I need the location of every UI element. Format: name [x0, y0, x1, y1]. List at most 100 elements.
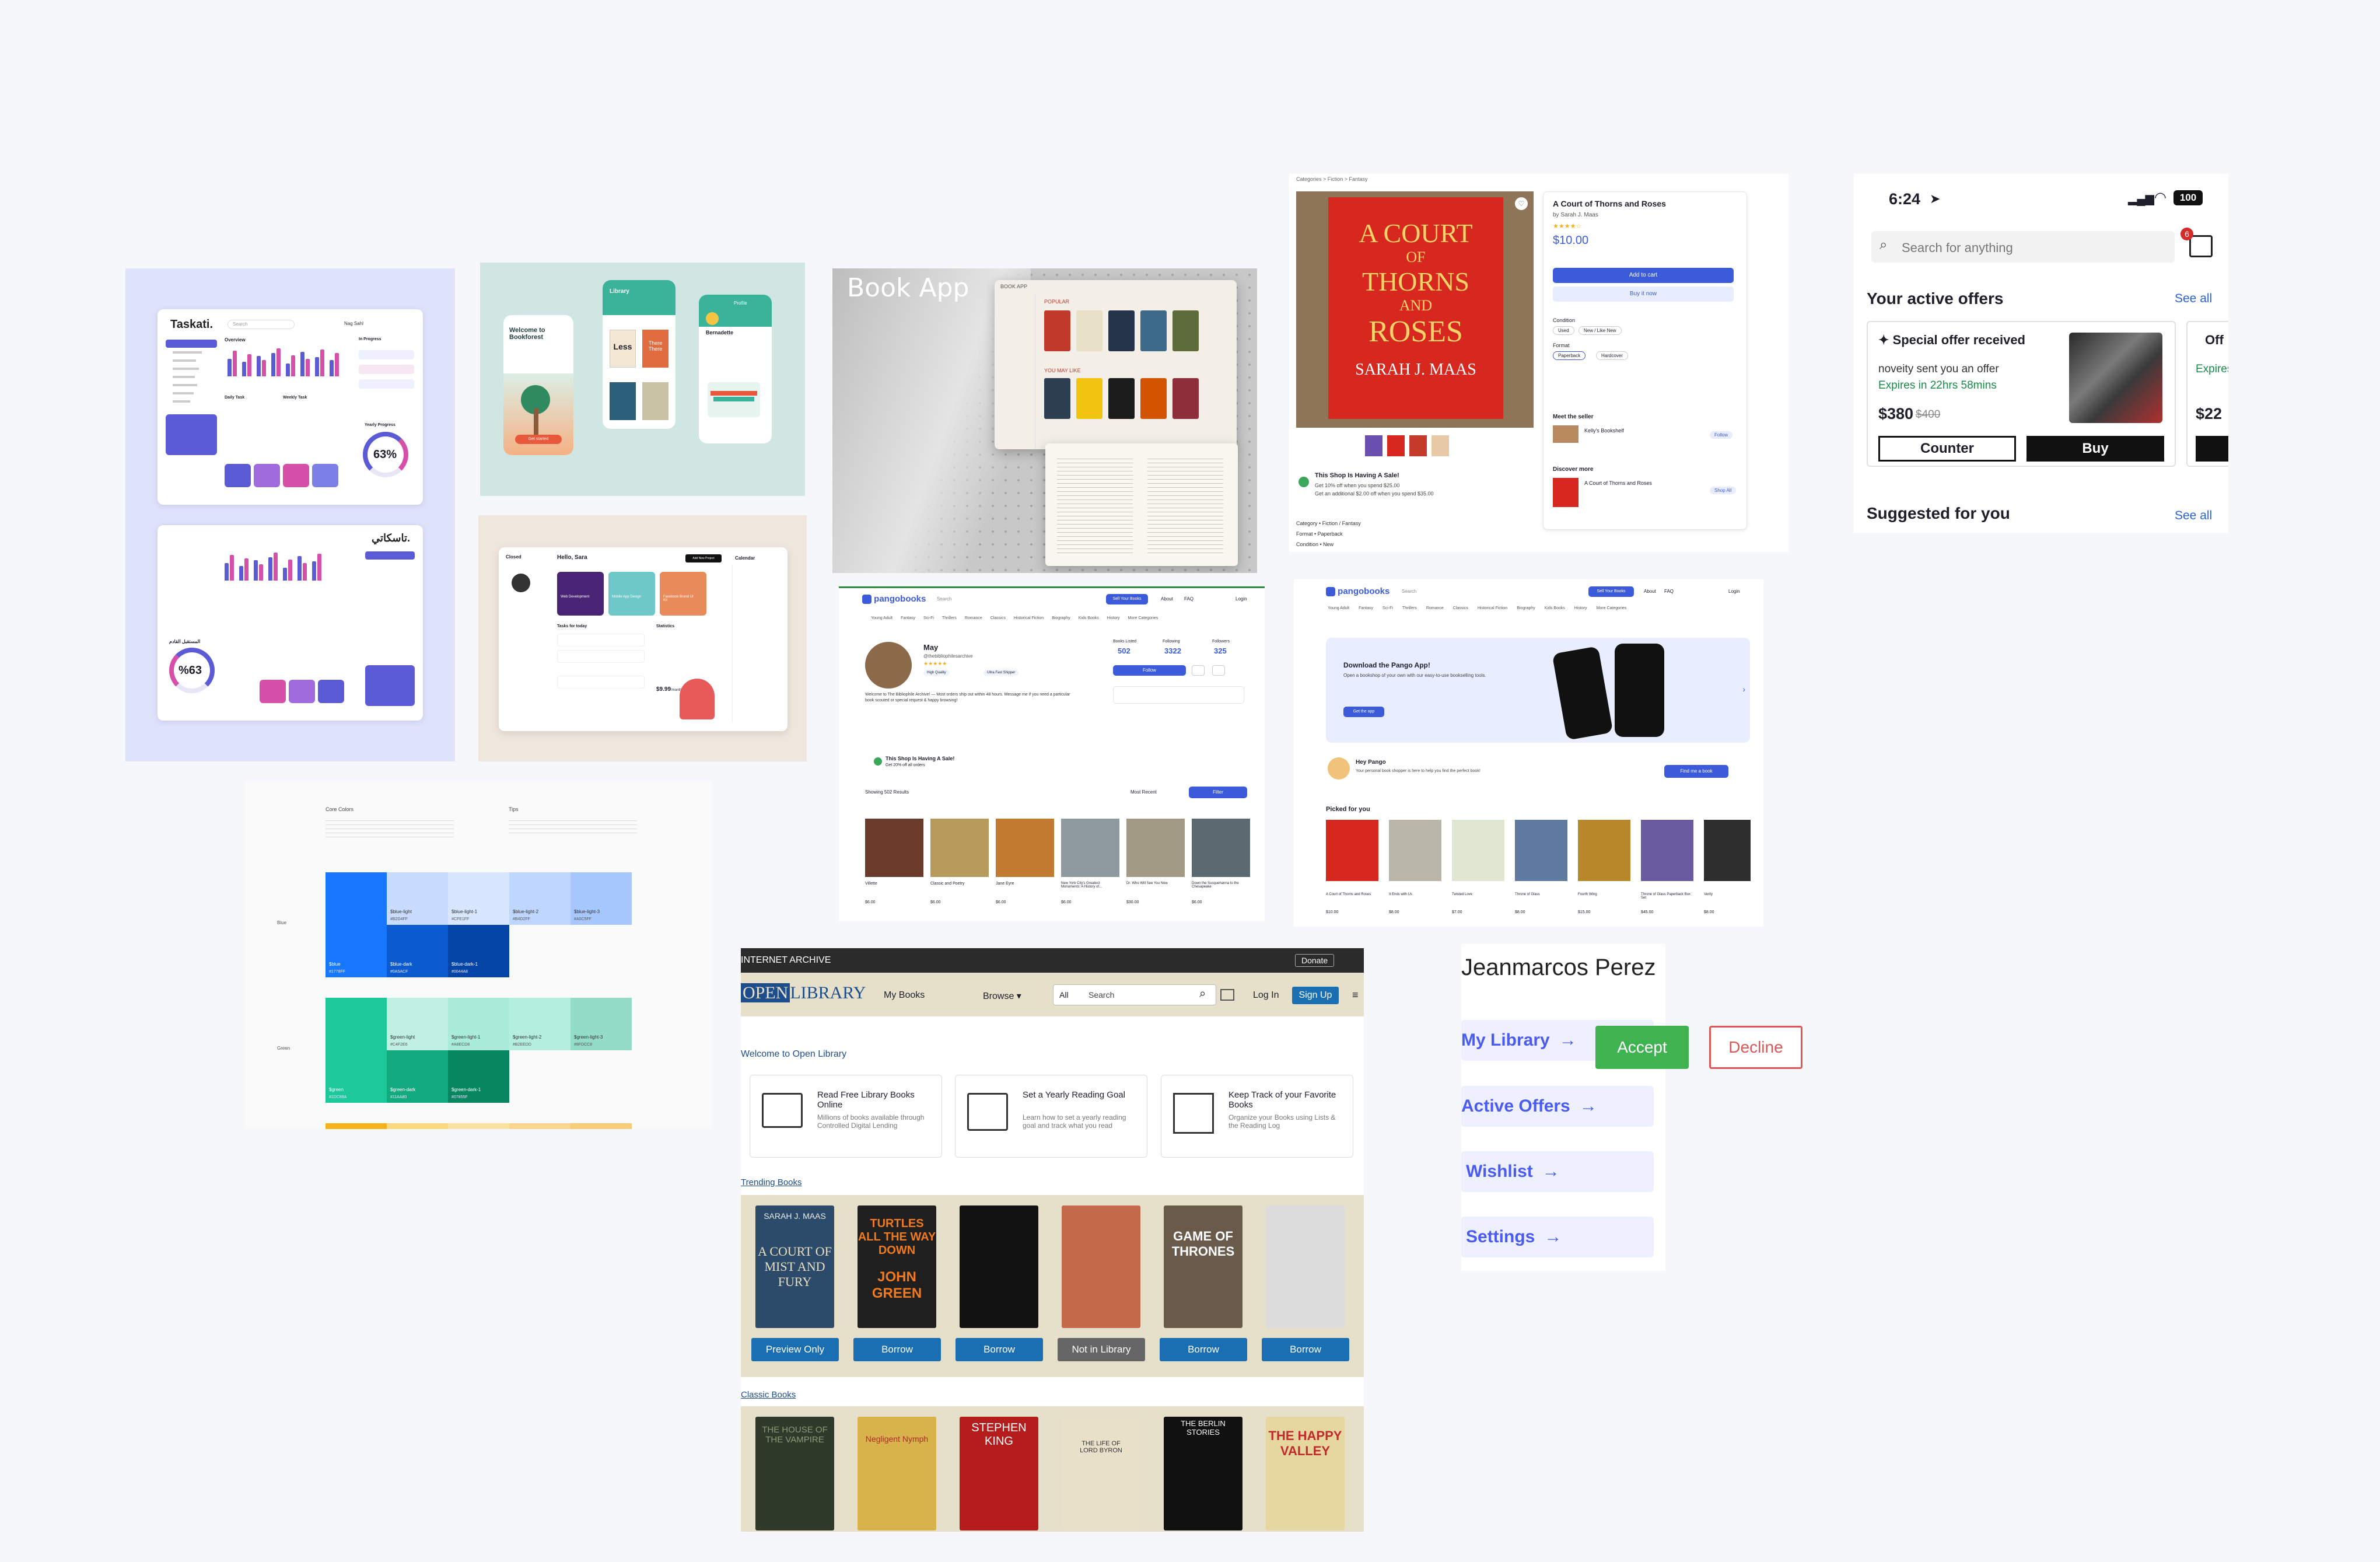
barcode-icon[interactable]: [1220, 989, 1234, 1001]
category-link[interactable]: History: [1107, 616, 1120, 620]
book-cover[interactable]: [1578, 820, 1630, 881]
category-link[interactable]: Historical Fiction: [1478, 606, 1507, 610]
book-cover[interactable]: [1062, 1205, 1140, 1328]
book-title[interactable]: A Court of Thorns and Roses: [1326, 893, 1378, 896]
preview-only-button[interactable]: Preview Only: [751, 1338, 839, 1361]
filter-button[interactable]: Filter: [1189, 787, 1247, 798]
seller-avatar[interactable]: [1553, 425, 1578, 443]
sidebar-item[interactable]: [173, 368, 199, 370]
sort-select[interactable]: Most Recent: [1130, 789, 1157, 795]
category-link[interactable]: More Categories: [1128, 616, 1158, 620]
book-cover[interactable]: THE BERLIN STORIES: [1164, 1417, 1242, 1530]
get-app-button[interactable]: Get the app: [1343, 707, 1384, 717]
category-link[interactable]: Thrillers: [942, 616, 957, 620]
search-box[interactable]: All Search ⌕: [1053, 984, 1216, 1005]
book-cover[interactable]: [642, 382, 668, 420]
search-icon[interactable]: ⌕: [1199, 987, 1206, 1001]
search-input[interactable]: Search: [228, 320, 295, 329]
message-icon[interactable]: [1192, 665, 1205, 676]
carousel-next-icon[interactable]: ›: [1742, 684, 1745, 694]
progress-item[interactable]: [359, 365, 414, 374]
sidebar-item[interactable]: [173, 392, 194, 394]
menu-icon[interactable]: ≡: [1352, 989, 1359, 1001]
menu-item-settings[interactable]: Settings →: [1461, 1217, 1654, 1257]
donate-button[interactable]: Donate: [1295, 954, 1335, 967]
nav-faq[interactable]: FAQ: [1664, 589, 1674, 594]
sidebar-item-active[interactable]: [166, 340, 217, 348]
book-cover[interactable]: [1108, 310, 1135, 351]
category-link[interactable]: More Categories: [1597, 606, 1627, 610]
book-title[interactable]: Down the Susquehanna to the Chesapeake: [1192, 882, 1250, 889]
seller-name[interactable]: Kelly's Bookshelf: [1584, 428, 1624, 434]
progress-item[interactable]: [359, 350, 414, 359]
category-link[interactable]: Classics: [991, 616, 1006, 620]
book-cover[interactable]: [1515, 820, 1567, 881]
browse-menu[interactable]: Browse ▾: [983, 990, 1021, 1002]
book-cover[interactable]: [1326, 820, 1378, 881]
offer-card-peek[interactable]: Off Expires $22: [2186, 321, 2228, 467]
thumbnail[interactable]: [1365, 435, 1382, 456]
nav-about[interactable]: About: [1161, 596, 1173, 602]
product-author[interactable]: by Sarah J. Maas: [1553, 212, 1598, 218]
borrow-button[interactable]: Borrow: [853, 1338, 941, 1361]
feature-card[interactable]: Keep Track of your Favorite Books Organi…: [1161, 1075, 1353, 1158]
accept-button[interactable]: Accept: [1595, 1026, 1689, 1069]
sidebar-item[interactable]: [173, 376, 195, 378]
book-title[interactable]: Villette: [865, 882, 923, 886]
book-cover[interactable]: [930, 819, 989, 877]
format-option[interactable]: Hardcover: [1596, 351, 1628, 360]
book-cover[interactable]: [960, 1205, 1038, 1328]
category-link[interactable]: Thrillers: [1402, 606, 1417, 610]
sell-books-button[interactable]: Sell Your Books: [1106, 594, 1148, 604]
book-title[interactable]: Verity: [1704, 893, 1751, 896]
book-cover[interactable]: THE HOUSE OF THE VAMPIRE: [755, 1417, 834, 1530]
feature-card[interactable]: Set a Yearly Reading Goal Learn how to s…: [955, 1075, 1147, 1158]
login-link[interactable]: Log In: [1253, 990, 1279, 1001]
category-link[interactable]: History: [1574, 606, 1587, 610]
book-cover-less[interactable]: Less: [610, 330, 636, 368]
category-link[interactable]: Fantasy: [901, 616, 915, 620]
book-title[interactable]: Throne of Glass Paperback Box Set: [1641, 893, 1693, 900]
upgrade-card[interactable]: [166, 414, 217, 455]
book-cover[interactable]: [1140, 378, 1167, 419]
task-card[interactable]: [225, 464, 251, 487]
book-title[interactable]: It Ends with Us: [1389, 893, 1441, 896]
category-link[interactable]: Fantasy: [1359, 606, 1373, 610]
category-link[interactable]: Kids Books: [1545, 606, 1565, 610]
menu-item-active-offers[interactable]: Active Offers →: [1461, 1086, 1654, 1127]
borrow-button[interactable]: Borrow: [1262, 1338, 1349, 1361]
search-input[interactable]: Search: [1402, 589, 1416, 594]
book-cover[interactable]: [1076, 310, 1102, 351]
sidebar-item[interactable]: [173, 400, 190, 403]
book-cover[interactable]: THE HAPPY VALLEY: [1266, 1417, 1345, 1530]
thumbnail[interactable]: [1409, 435, 1427, 456]
task-card[interactable]: [283, 464, 309, 487]
book-cover[interactable]: GAME OF THRONES: [1164, 1205, 1242, 1328]
book-cover[interactable]: TURTLES ALL THE WAY DOWN JOHN GREEN: [858, 1205, 936, 1328]
nav-login[interactable]: Login: [1236, 596, 1247, 602]
book-cover[interactable]: [1192, 819, 1250, 877]
book-title[interactable]: Twisted Love: [1452, 893, 1504, 896]
book-cover[interactable]: [1108, 378, 1135, 419]
nav-login[interactable]: Login: [1728, 589, 1740, 594]
category-link[interactable]: Sci-Fi: [923, 616, 934, 620]
see-all-link[interactable]: See all: [2175, 292, 2212, 306]
ar-task-card[interactable]: [289, 680, 315, 703]
category-link[interactable]: Sci-Fi: [1382, 606, 1393, 610]
book-cover[interactable]: [1076, 378, 1102, 419]
category-link[interactable]: Young Adult: [871, 616, 892, 620]
decline-button[interactable]: Decline: [1709, 1026, 1803, 1069]
signup-button[interactable]: Sign Up: [1292, 987, 1339, 1004]
get-started-button[interactable]: Get started: [515, 435, 562, 444]
bag-icon[interactable]: [2189, 235, 2213, 257]
category-link[interactable]: Romance: [965, 616, 982, 620]
search-input[interactable]: ⌕ Search for anything: [1871, 231, 2175, 263]
book-title[interactable]: Classic and Poetry: [930, 882, 989, 886]
category-link[interactable]: Kids Books: [1079, 616, 1099, 620]
sell-books-button[interactable]: Sell Your Books: [1588, 586, 1634, 597]
borrow-button[interactable]: Borrow: [1160, 1338, 1247, 1361]
thumbnail[interactable]: [1387, 435, 1405, 456]
book-cover[interactable]: [1172, 378, 1199, 419]
ar-sidebar-active[interactable]: [365, 551, 415, 560]
ar-task-card[interactable]: [260, 680, 286, 703]
